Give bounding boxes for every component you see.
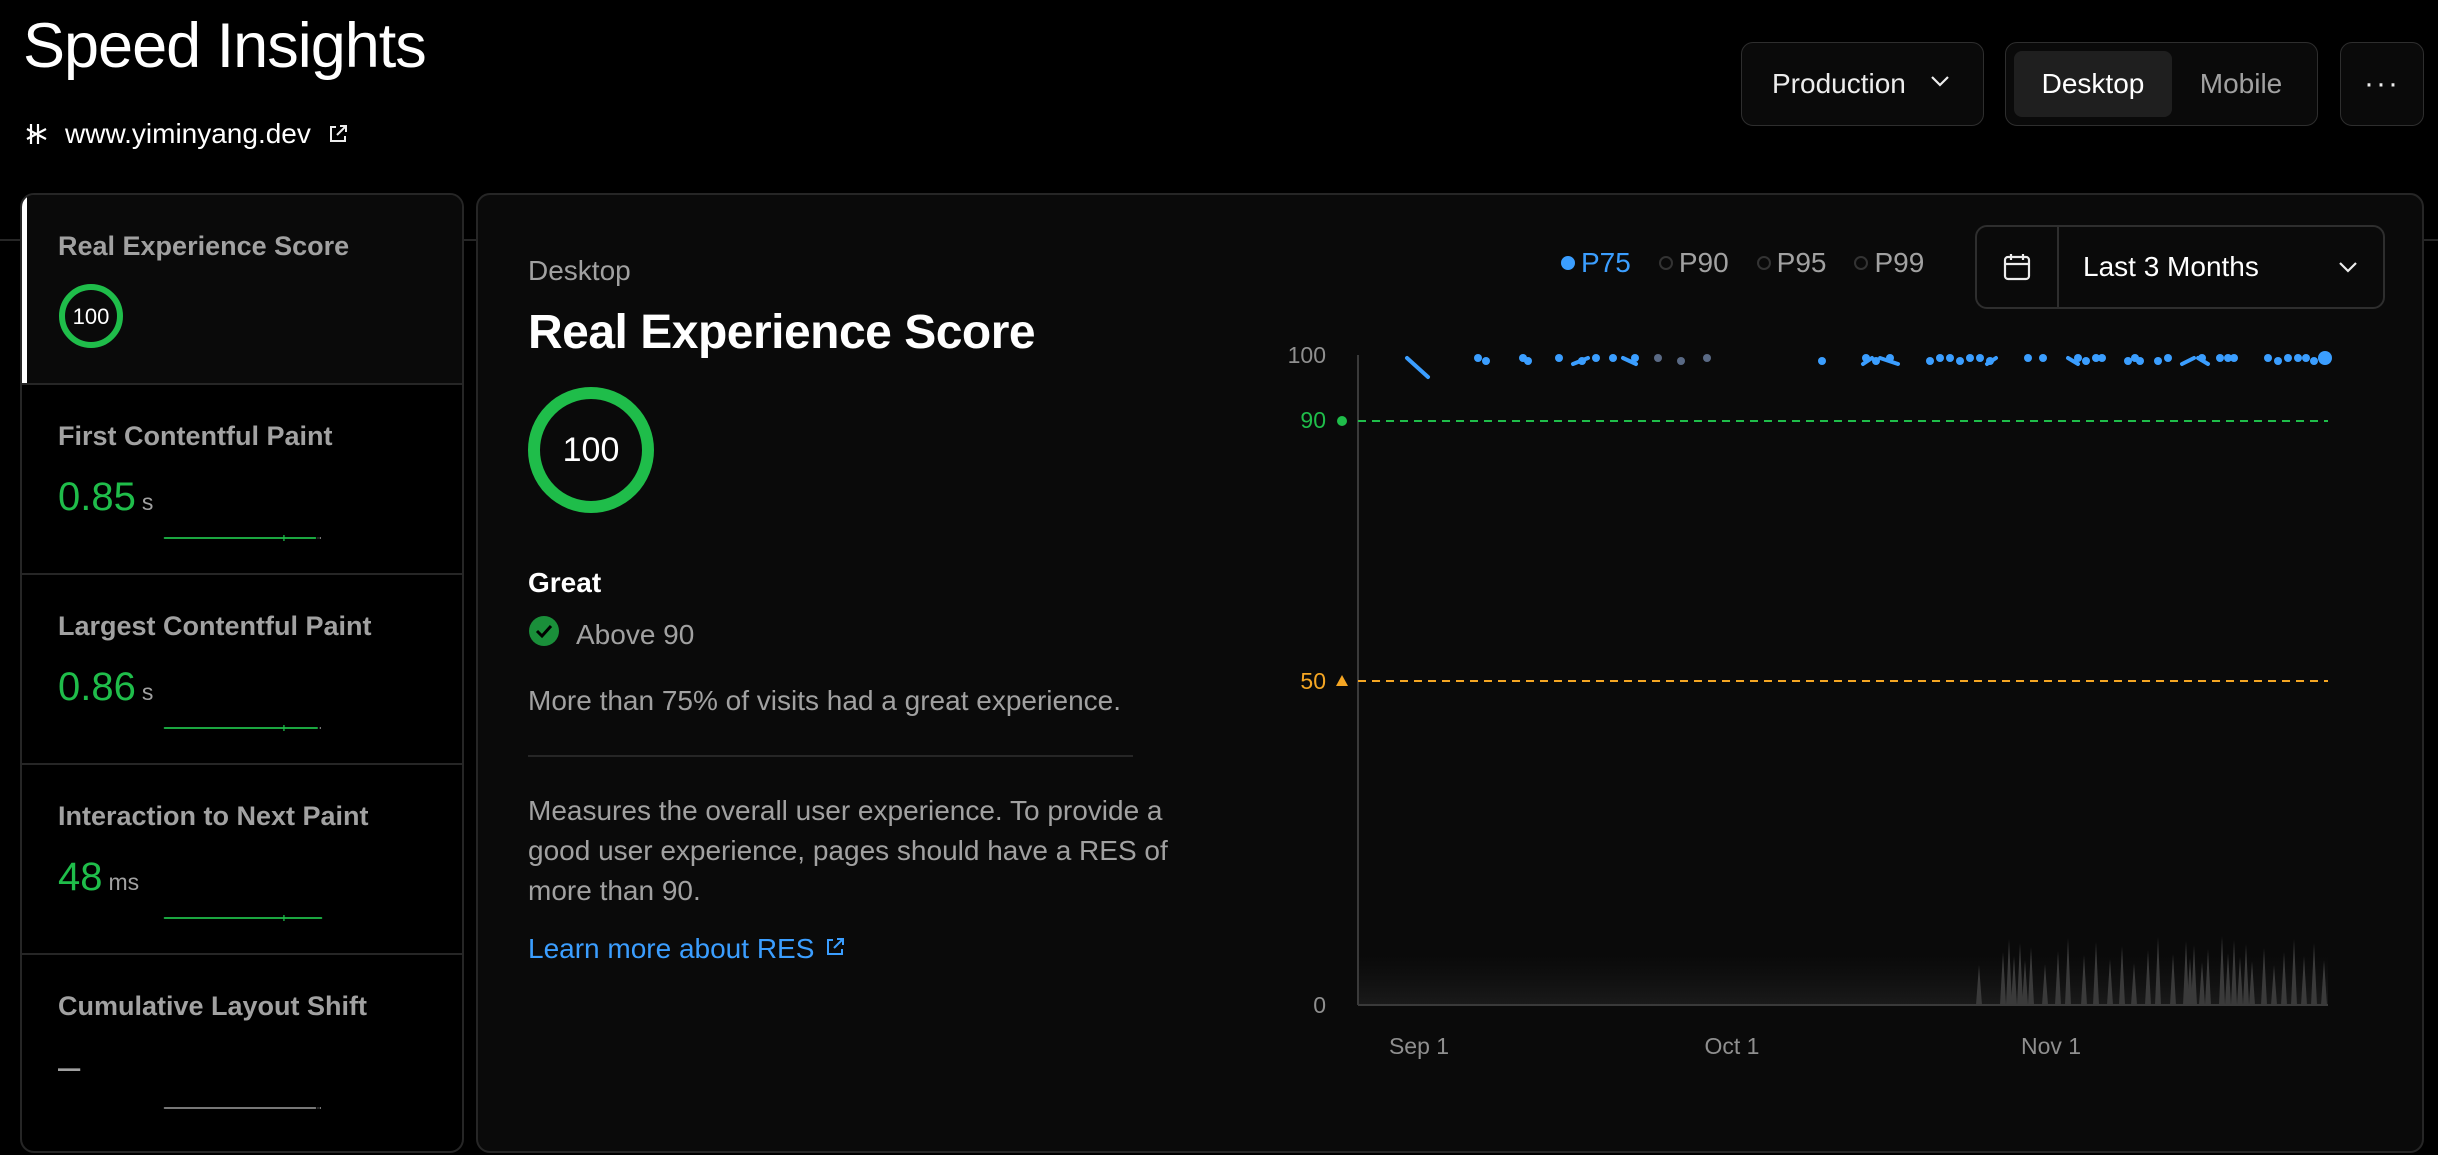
metric-progress-bar	[163, 915, 323, 921]
score-ring-small: 100	[59, 284, 123, 348]
tab-mobile[interactable]: Mobile	[2176, 51, 2306, 117]
series-point	[2294, 354, 2302, 362]
environment-select[interactable]: Production	[1741, 42, 1984, 126]
series-point	[1976, 354, 1984, 362]
series-point	[1631, 354, 1639, 362]
device-toggle: Desktop Mobile	[2005, 42, 2318, 126]
series-point	[1986, 357, 1994, 365]
series-point	[1609, 354, 1617, 362]
series-point	[2164, 354, 2172, 362]
series-point	[2318, 351, 2332, 365]
page-title: Speed Insights	[23, 11, 427, 81]
series-point	[1677, 357, 1685, 365]
series-point	[1555, 354, 1563, 362]
series-point	[1862, 354, 1870, 362]
series-point	[1966, 354, 1974, 362]
metric-progress-bar	[163, 535, 321, 541]
metrics-sidebar: Real Experience Score 100 First Contentf…	[20, 193, 464, 1153]
page-header: Speed Insights www.yiminyang.dev Product…	[0, 0, 2438, 190]
metric-value: –	[58, 1045, 81, 1089]
series-point	[2124, 357, 2132, 365]
metric-interaction-to-next-paint[interactable]: Interaction to Next Paint 48 ms	[22, 765, 462, 955]
x-tick-sep-1: Sep 1	[1389, 1033, 1449, 1059]
metric-unit: s	[141, 489, 154, 515]
metric-label: Interaction to Next Paint	[58, 801, 369, 831]
series-point	[2154, 357, 2162, 365]
series-segment	[2180, 356, 2196, 366]
series-point	[1578, 357, 1586, 365]
y-tick-0: 0	[1313, 992, 1326, 1018]
series-point	[1818, 357, 1826, 365]
warn-threshold-marker	[1336, 675, 1348, 686]
series-point	[1592, 354, 1600, 362]
series-segment	[1405, 356, 1430, 379]
series-point	[2284, 354, 2292, 362]
metric-value: 0.86	[58, 665, 136, 709]
metric-first-contentful-paint[interactable]: First Contentful Paint 0.85 s	[22, 385, 462, 575]
series-point	[1482, 357, 1490, 365]
metric-largest-contentful-paint[interactable]: Largest Contentful Paint 0.86 s	[22, 575, 462, 765]
y-tick-100: 100	[1288, 342, 1326, 368]
good-threshold-marker	[1337, 416, 1347, 426]
metric-label: Largest Contentful Paint	[58, 611, 372, 641]
series-point	[2136, 357, 2144, 365]
chart-bottom-fade	[1358, 955, 2328, 1005]
environment-label: Production	[1772, 68, 1906, 99]
external-link-icon[interactable]	[327, 123, 349, 145]
metric-label: First Contentful Paint	[58, 421, 333, 451]
series-point	[2230, 354, 2238, 362]
y-tick-50: 50	[1300, 668, 1326, 694]
more-options-button[interactable]: ···	[2340, 42, 2424, 126]
metric-cumulative-layout-shift[interactable]: Cumulative Layout Shift –	[22, 955, 462, 1145]
series-point	[1926, 357, 1934, 365]
series-point	[2039, 354, 2047, 362]
series-point	[1872, 357, 1880, 365]
metric-progress-bar	[163, 725, 321, 731]
series-point	[2310, 357, 2318, 365]
series-point	[2074, 354, 2082, 362]
score-ring-small-value: 100	[73, 304, 110, 329]
metric-detail-panel: Desktop Real Experience Score 100 Great …	[476, 193, 2424, 1153]
metric-value: 0.85	[58, 475, 136, 519]
series-point	[1474, 354, 1482, 362]
metric-unit: s	[141, 679, 154, 705]
site-logo-icon	[23, 120, 51, 148]
series-point	[1703, 354, 1711, 362]
more-icon: ···	[2364, 67, 2400, 100]
metric-label: Cumulative Layout Shift	[58, 991, 368, 1021]
series-point	[2302, 354, 2310, 362]
p75-series	[1405, 351, 2332, 379]
y-tick-90: 90	[1300, 407, 1326, 433]
series-point	[2198, 354, 2206, 362]
series-point	[2098, 354, 2106, 362]
series-point	[2216, 354, 2224, 362]
chevron-down-icon	[1927, 68, 1953, 101]
series-point	[1946, 354, 1954, 362]
series-point	[1956, 357, 1964, 365]
site-link[interactable]: www.yiminyang.dev	[23, 118, 349, 150]
metric-progress-bar	[163, 1107, 321, 1109]
res-chart: 100 90 50 0 Sep 1 Oct 1 Nov 1	[1288, 342, 2332, 1059]
series-point	[1524, 357, 1532, 365]
tab-desktop[interactable]: Desktop	[2014, 51, 2172, 117]
x-tick-nov-1: Nov 1	[2021, 1033, 2081, 1059]
metric-real-experience-score[interactable]: Real Experience Score 100	[22, 195, 462, 385]
metric-value: 48	[58, 855, 103, 899]
series-point	[2264, 354, 2272, 362]
series-point	[1654, 354, 1662, 362]
x-tick-oct-1: Oct 1	[1705, 1033, 1760, 1059]
series-point	[2274, 357, 2282, 365]
metric-unit: ms	[108, 869, 140, 895]
series-point	[1936, 354, 1944, 362]
series-point	[1886, 354, 1894, 362]
metric-label: Real Experience Score	[58, 231, 350, 261]
site-name[interactable]: www.yiminyang.dev	[65, 118, 311, 150]
series-point	[2024, 354, 2032, 362]
series-point	[2082, 357, 2090, 365]
